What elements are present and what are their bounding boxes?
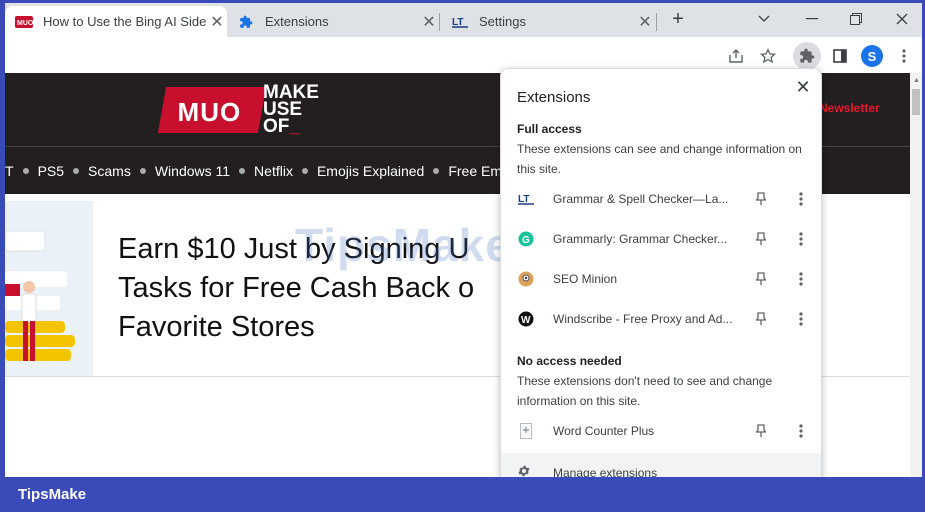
bookmark-star-icon[interactable] xyxy=(754,42,782,70)
extension-row[interactable]: Word Counter Plus xyxy=(501,411,821,451)
article-thumbnail[interactable] xyxy=(5,201,93,376)
svg-text:W: W xyxy=(521,315,531,326)
extension-name: SEO Minion xyxy=(553,272,618,286)
muo-favicon: MUO xyxy=(15,15,33,29)
tab-title: Extensions xyxy=(265,14,329,29)
extensions-popup: Extensions ✕ Full access These extension… xyxy=(500,68,822,477)
article-headline[interactable]: Earn $10 Just by Signing U Tasks for Fre… xyxy=(118,230,538,347)
tab-close-icon[interactable]: ✕ xyxy=(207,12,227,32)
tab-close-icon[interactable]: ✕ xyxy=(635,12,655,32)
nav-item[interactable]: Scams xyxy=(73,163,131,179)
tab-bing-article[interactable]: MUO How to Use the Bing AI Sideb ✕ xyxy=(5,6,227,37)
more-options-icon[interactable] xyxy=(793,311,809,327)
pin-icon[interactable] xyxy=(753,192,769,206)
full-access-description: These extensions can see and change info… xyxy=(517,142,802,176)
pin-icon[interactable] xyxy=(753,424,769,438)
lt-icon: LT xyxy=(517,190,535,208)
window-close-button[interactable] xyxy=(887,7,917,31)
more-options-icon[interactable] xyxy=(793,271,809,287)
pin-icon[interactable] xyxy=(753,272,769,286)
nav-item[interactable]: T xyxy=(5,163,14,179)
nav-item[interactable]: Netflix xyxy=(239,163,293,179)
pin-icon[interactable] xyxy=(753,232,769,246)
extension-name: Word Counter Plus xyxy=(553,424,655,438)
page-scrollbar[interactable]: ▲ xyxy=(910,73,922,477)
puzzle-icon xyxy=(237,15,255,29)
scroll-thumb[interactable] xyxy=(912,89,920,115)
manage-extensions-button[interactable]: Manage extensions xyxy=(501,453,821,478)
no-access-title: No access needed xyxy=(517,354,622,368)
share-icon[interactable] xyxy=(722,42,750,70)
tipsmake-brand: TipsMake xyxy=(18,486,87,503)
lt-icon: LT xyxy=(451,15,469,29)
side-panel-icon[interactable] xyxy=(826,42,854,70)
new-tab-button[interactable]: + xyxy=(663,7,693,31)
tab-separator xyxy=(656,13,657,31)
tab-extensions[interactable]: Extensions ✕ xyxy=(227,6,439,37)
tab-close-icon[interactable]: ✕ xyxy=(419,12,439,32)
extensions-puzzle-icon[interactable] xyxy=(793,42,821,70)
extension-name: Grammar & Spell Checker—La... xyxy=(553,192,729,206)
full-access-title: Full access xyxy=(517,122,582,136)
pin-icon[interactable] xyxy=(753,312,769,326)
tab-settings[interactable]: LT Settings ✕ xyxy=(441,6,655,37)
gear-icon xyxy=(517,464,531,478)
muo-logo[interactable]: MUO xyxy=(157,87,267,133)
more-options-icon[interactable] xyxy=(793,191,809,207)
nav-item[interactable]: PS5 xyxy=(22,163,64,179)
menu-kebab-icon[interactable] xyxy=(890,42,918,70)
nav-item[interactable]: Emojis Explained xyxy=(301,163,424,179)
manage-extensions-label: Manage extensions xyxy=(553,466,658,477)
nav-item[interactable]: Free Ema xyxy=(433,163,510,179)
newsletter-link[interactable]: Newsletter xyxy=(819,101,880,115)
tab-title: Settings xyxy=(479,14,526,29)
tab-title: How to Use the Bing AI Sideb xyxy=(43,14,207,29)
brand-bar: TipsMake xyxy=(0,477,925,512)
scroll-up-arrow-icon[interactable]: ▲ xyxy=(913,77,920,84)
profile-avatar[interactable]: S xyxy=(861,45,883,67)
browser-window: MUO How to Use the Bing AI Sideb ✕ Exten… xyxy=(5,3,922,477)
make-use-of-logo-text: MAKE USE OF_ xyxy=(263,82,319,137)
no-access-description: These extensions don't need to see and c… xyxy=(517,374,773,408)
extension-name: Windscribe - Free Proxy and Ad... xyxy=(553,312,733,326)
svg-text:MUO: MUO xyxy=(17,20,33,27)
restore-button[interactable] xyxy=(841,7,871,31)
minion-icon xyxy=(517,270,535,288)
extension-row[interactable]: SEO Minion xyxy=(501,259,821,299)
more-options-icon[interactable] xyxy=(793,231,809,247)
svg-text:G: G xyxy=(522,235,530,246)
windscribe-icon: W xyxy=(517,310,535,328)
extension-row[interactable]: G Grammarly: Grammar Checker... xyxy=(501,219,821,259)
popup-title: Extensions xyxy=(517,89,591,106)
tab-search-chevron-icon[interactable] xyxy=(749,7,779,31)
tab-separator xyxy=(439,13,440,31)
minimize-button[interactable] xyxy=(797,7,827,31)
extension-row[interactable]: W Windscribe - Free Proxy and Ad... xyxy=(501,299,821,339)
grammarly-icon: G xyxy=(517,230,535,248)
popup-close-icon[interactable]: ✕ xyxy=(793,77,813,98)
word-counter-icon xyxy=(517,422,535,440)
more-options-icon[interactable] xyxy=(793,423,809,439)
tab-strip: MUO How to Use the Bing AI Sideb ✕ Exten… xyxy=(5,3,922,37)
extension-row[interactable]: LT Grammar & Spell Checker—La... xyxy=(501,179,821,219)
extension-name: Grammarly: Grammar Checker... xyxy=(553,232,728,246)
nav-item[interactable]: Windows 11 xyxy=(139,163,230,179)
